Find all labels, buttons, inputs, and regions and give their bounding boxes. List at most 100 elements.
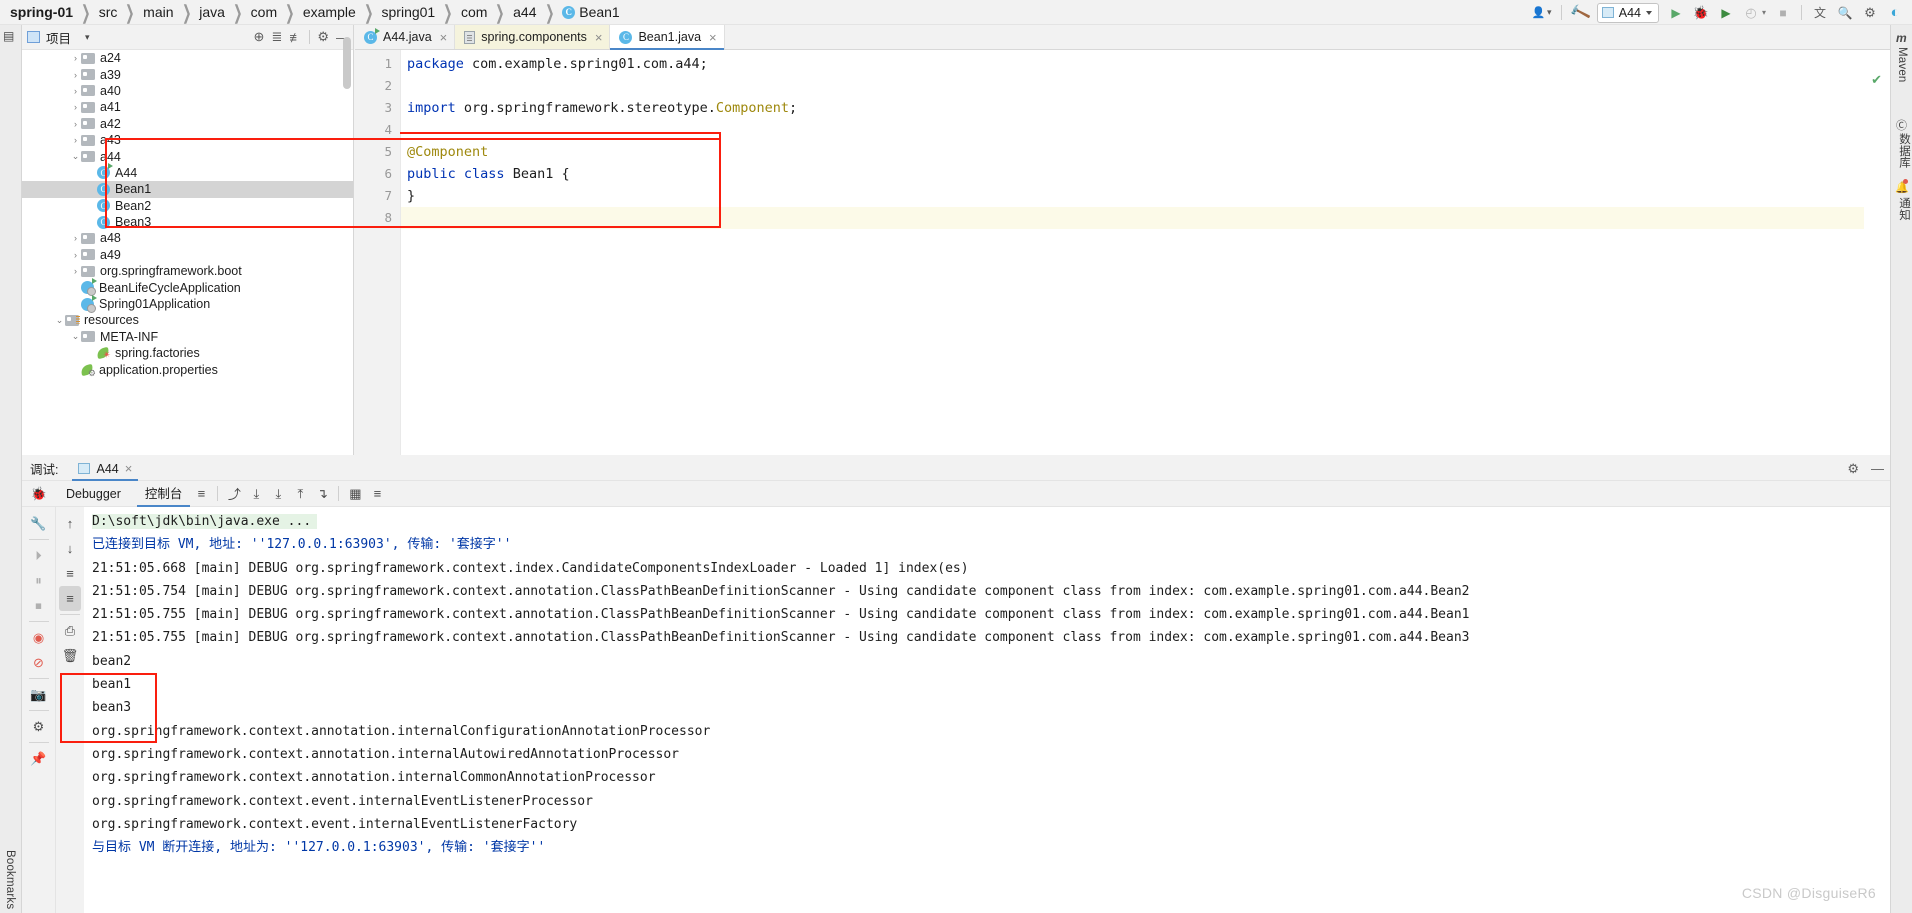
- debug-toolbar-icon[interactable]: ▦: [344, 486, 366, 502]
- profile-caret-icon[interactable]: ▾: [1759, 2, 1769, 23]
- debug-action-icon[interactable]: ⏸: [22, 568, 55, 593]
- code-line[interactable]: [401, 75, 1890, 97]
- debug-toolbar-icon[interactable]: ↴: [311, 486, 333, 502]
- locate-file-icon[interactable]: ⊕: [254, 29, 265, 45]
- user-caret-icon[interactable]: ▾: [1545, 2, 1554, 23]
- chevron-right-icon[interactable]: ›: [70, 119, 81, 129]
- bookmarks-tool-button[interactable]: Bookmarks: [4, 850, 16, 909]
- chevron-right-icon[interactable]: ›: [70, 233, 81, 243]
- debug-subtab[interactable]: Debugger: [58, 481, 129, 507]
- editor-tab[interactable]: C Bean1.java ×: [610, 25, 725, 50]
- build-hammer-icon[interactable]: 🔨: [1566, 0, 1594, 26]
- breadcrumb-item[interactable]: com: [249, 4, 279, 20]
- tree-node[interactable]: › a40: [22, 83, 353, 99]
- run-button[interactable]: ▶: [1665, 2, 1687, 23]
- console-output[interactable]: D:\soft\jdk\bin\java.exe ... 已连接到目标 VM, 地…: [84, 507, 1890, 913]
- close-icon[interactable]: ×: [595, 30, 603, 45]
- tree-node[interactable]: ⌄ META-INF: [22, 329, 353, 345]
- debug-toolbar-icon[interactable]: ≡: [366, 486, 388, 501]
- debug-action-icon[interactable]: 📌: [22, 746, 55, 771]
- tree-node[interactable]: › BeanLifeCycleApplication: [22, 278, 353, 297]
- project-tool-icon[interactable]: ▤: [3, 29, 14, 43]
- tree-node[interactable]: › a39: [22, 66, 353, 82]
- tree-node[interactable]: › a48: [22, 230, 353, 246]
- debug-step-icon[interactable]: 🗑: [56, 643, 84, 668]
- debug-session-tab[interactable]: A44 ×: [72, 457, 139, 481]
- code-line[interactable]: [401, 207, 1890, 229]
- notifications-tool-button[interactable]: 通知: [1896, 197, 1912, 220]
- tree-node[interactable]: › a49: [22, 247, 353, 263]
- debug-step-icon[interactable]: ≡: [56, 561, 84, 586]
- database-tool-button[interactable]: 数据库: [1896, 133, 1912, 168]
- debug-action-icon[interactable]: ⏵: [22, 543, 55, 568]
- chevron-down-icon[interactable]: ⌄: [70, 331, 81, 342]
- close-icon[interactable]: ×: [125, 461, 133, 476]
- debug-toolbar-icon[interactable]: ⤓: [245, 486, 267, 502]
- translate-icon[interactable]: 文: [1809, 2, 1831, 23]
- chevron-down-icon[interactable]: ⌄: [54, 315, 65, 326]
- editor-gutter[interactable]: 1 2 3 4 5 6 7 8: [355, 50, 401, 455]
- breadcrumb-item[interactable]: java: [197, 4, 227, 20]
- tree-node[interactable]: › application.properties: [22, 361, 353, 379]
- chevron-down-icon[interactable]: ⌄: [70, 151, 81, 162]
- collapse-all-icon[interactable]: ≢: [289, 30, 302, 45]
- code-line[interactable]: import org.springframework.stereotype.Co…: [401, 97, 1890, 119]
- code-line[interactable]: public class Bean1 {: [401, 163, 1890, 185]
- breadcrumb-item[interactable]: com: [459, 4, 489, 20]
- debug-subtab[interactable]: 控制台: [136, 481, 191, 507]
- tree-node[interactable]: ›C Bean1: [22, 181, 353, 198]
- project-tree[interactable]: ›a24›a39›a40›a41›a42›a43⌄a44›CA44›CBean1…: [22, 50, 353, 455]
- code-line[interactable]: package com.example.spring01.com.a44;: [401, 53, 1890, 75]
- tree-node[interactable]: › a41: [22, 99, 353, 115]
- project-view-chevron-icon[interactable]: ▾: [85, 32, 90, 43]
- debug-toolbar-icon[interactable]: ⤴: [223, 484, 245, 503]
- code-content[interactable]: package com.example.spring01.com.a44; im…: [401, 50, 1890, 455]
- gear-icon[interactable]: ⚙: [1859, 2, 1881, 23]
- expand-all-icon[interactable]: ≣: [271, 29, 282, 45]
- chevron-right-icon[interactable]: ›: [70, 70, 81, 80]
- debug-step-icon[interactable]: ⎙: [56, 618, 84, 643]
- tree-node[interactable]: ›CA44: [22, 163, 353, 181]
- run-configuration-selector[interactable]: A44: [1596, 2, 1659, 23]
- chevron-right-icon[interactable]: ›: [70, 86, 81, 96]
- tree-node[interactable]: › a43: [22, 132, 353, 148]
- code-line[interactable]: }: [401, 185, 1890, 207]
- code-line[interactable]: @Component: [401, 141, 1890, 163]
- tree-node[interactable]: › spring.factories: [22, 345, 353, 361]
- code-line[interactable]: [401, 119, 1890, 141]
- debug-action-icon[interactable]: ⏹: [22, 593, 55, 618]
- debug-action-icon[interactable]: 📷: [22, 682, 55, 707]
- debug-toolbar-icon[interactable]: ⤓: [267, 486, 289, 502]
- maven-tool-button[interactable]: Maven: [1896, 47, 1908, 83]
- project-settings-gear-icon[interactable]: ⚙: [317, 29, 329, 45]
- tree-node[interactable]: › org.springframework.boot: [22, 263, 353, 279]
- tree-node[interactable]: ›C Bean3: [22, 214, 353, 230]
- breadcrumb-item-class[interactable]: C Bean1: [560, 4, 621, 20]
- breadcrumb-item[interactable]: main: [141, 4, 175, 20]
- debug-action-icon[interactable]: ⚙: [22, 714, 55, 739]
- breadcrumb-item[interactable]: src: [97, 4, 120, 20]
- tree-node[interactable]: › a24: [22, 50, 353, 66]
- editor-tab[interactable]: C A44.java ×: [355, 25, 456, 49]
- search-icon[interactable]: 🔍: [1834, 2, 1856, 23]
- breadcrumb-item[interactable]: example: [301, 4, 358, 20]
- close-icon[interactable]: ×: [709, 30, 717, 45]
- tree-node[interactable]: ⌄ resources: [22, 312, 353, 328]
- tree-node[interactable]: › Spring01Application: [22, 294, 353, 313]
- chevron-right-icon[interactable]: ›: [70, 266, 81, 276]
- project-tree-scrollbar[interactable]: [343, 37, 351, 89]
- editor-tab[interactable]: spring.components ×: [455, 25, 611, 49]
- debug-settings-gear-icon[interactable]: ⚙: [1847, 461, 1859, 477]
- chevron-right-icon[interactable]: ›: [70, 102, 81, 112]
- debug-action-icon[interactable]: ◉: [22, 625, 55, 650]
- debug-hide-icon[interactable]: —: [1871, 461, 1884, 476]
- breadcrumb-item[interactable]: spring-01: [8, 4, 75, 20]
- chevron-right-icon[interactable]: ›: [70, 135, 81, 145]
- debug-action-icon[interactable]: 🔧: [22, 511, 55, 536]
- run-with-coverage-button[interactable]: ▶: [1715, 2, 1737, 23]
- debug-step-icon[interactable]: ↑: [56, 511, 84, 536]
- tree-node[interactable]: ›C Bean2: [22, 198, 353, 214]
- debug-action-icon[interactable]: ⊘: [22, 650, 55, 675]
- ide-logo-icon[interactable]: ◐: [1884, 2, 1906, 23]
- close-icon[interactable]: ×: [440, 30, 448, 45]
